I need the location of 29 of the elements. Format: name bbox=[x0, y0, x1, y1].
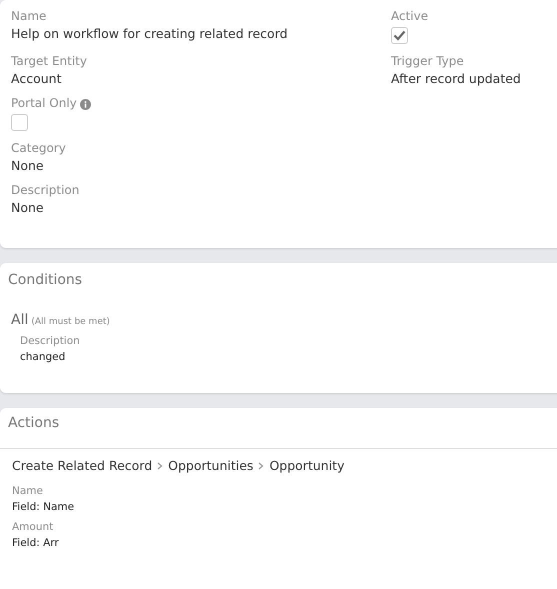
field-label: Description bbox=[11, 183, 80, 197]
checkbox[interactable] bbox=[391, 27, 408, 44]
breadcrumb-item: Opportunities bbox=[168, 458, 254, 473]
field-label: Trigger Type bbox=[391, 54, 464, 68]
breadcrumb-item: Create Related Record bbox=[12, 458, 152, 473]
field-value: Account bbox=[11, 71, 62, 86]
condition-value: changed bbox=[20, 351, 66, 363]
field-value: Field: Arr bbox=[12, 537, 60, 549]
field-label: Name bbox=[11, 9, 46, 23]
field-label: Name bbox=[12, 485, 44, 497]
field-value: None bbox=[11, 200, 45, 215]
field-label: Amount bbox=[12, 521, 54, 533]
field-label: Target Entity bbox=[11, 54, 87, 68]
panel-title: Actions bbox=[8, 415, 60, 431]
field-value: After record updated bbox=[391, 71, 521, 86]
field-value: Help on workflow for creating related record bbox=[11, 26, 289, 41]
panel-title: Conditions bbox=[8, 272, 82, 288]
chevron-icon bbox=[258, 462, 264, 470]
checkbox[interactable] bbox=[11, 114, 28, 131]
field-value: None bbox=[11, 158, 45, 173]
field-value: Field: Name bbox=[12, 501, 76, 513]
field-label: Active bbox=[391, 9, 428, 23]
group-note: (All must be met) bbox=[31, 317, 110, 327]
condition-field: Description bbox=[20, 335, 557, 347]
group-type: All bbox=[11, 312, 28, 328]
chevron-icon bbox=[157, 462, 164, 470]
breadcrumb-item: Opportunity bbox=[269, 458, 344, 473]
field-label: Category bbox=[11, 141, 66, 155]
field-label: Portal Only bbox=[11, 96, 77, 110]
